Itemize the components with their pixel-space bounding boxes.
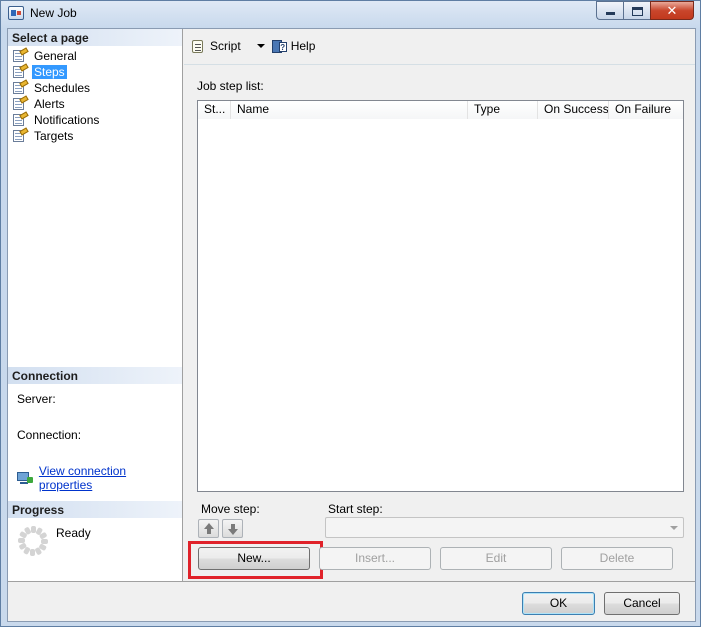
select-page-header: Select a page [8, 29, 182, 46]
view-connection-properties-link[interactable]: View connection properties [39, 464, 182, 492]
page-item-notifications[interactable]: Notifications [12, 111, 101, 128]
page-icon [12, 127, 29, 143]
page-item-general[interactable]: General [12, 47, 101, 64]
app-icon [8, 6, 24, 20]
maximize-button[interactable] [623, 1, 650, 20]
progress-status: Ready [56, 526, 91, 540]
left-pane: Select a page General Steps Schedules Al… [8, 29, 183, 581]
page-icon [12, 47, 29, 63]
connection-header: Connection [8, 367, 182, 384]
start-step-select[interactable] [325, 517, 684, 538]
page-icon [12, 63, 29, 79]
view-connection-properties[interactable]: View connection properties [17, 464, 182, 492]
page-item-label: Targets [34, 129, 74, 143]
connection-label: Connection: [17, 428, 82, 442]
column-type[interactable]: Type [468, 101, 538, 119]
title-bar[interactable]: New Job ✕ [1, 1, 700, 27]
page-item-targets[interactable]: Targets [12, 127, 101, 144]
page-list: General Steps Schedules Alerts Notificat… [12, 47, 101, 144]
script-dropdown-arrow-icon[interactable] [256, 44, 265, 48]
arrow-down-icon [228, 529, 238, 535]
page-icon [12, 79, 29, 95]
page-item-schedules[interactable]: Schedules [12, 79, 101, 96]
page-item-label: Steps [32, 65, 67, 79]
page-icon [12, 95, 29, 111]
column-on-failure[interactable]: On Failure [609, 101, 683, 119]
new-step-button[interactable]: New... [198, 547, 310, 570]
page-item-label: General [34, 49, 77, 63]
page-item-label: Schedules [34, 81, 91, 95]
help-label: Help [290, 39, 316, 53]
job-step-list-label: Job step list: [197, 79, 264, 93]
column-step[interactable]: St... [198, 101, 231, 119]
server-label: Server: [17, 392, 56, 406]
insert-step-button[interactable]: Insert... [319, 547, 431, 570]
ok-button[interactable]: OK [522, 592, 595, 615]
new-job-dialog: New Job ✕ Select a page General Steps Sc… [0, 0, 701, 627]
edit-step-button[interactable]: Edit [440, 547, 552, 570]
page-item-steps[interactable]: Steps [12, 63, 101, 80]
page-item-label: Alerts [34, 97, 65, 111]
script-button[interactable]: Script [190, 39, 241, 54]
column-on-success[interactable]: On Success [538, 101, 609, 119]
job-step-list[interactable]: St... Name Type On Success On Failure [197, 100, 684, 492]
column-name[interactable]: Name [231, 101, 468, 119]
page-icon [12, 111, 29, 127]
progress-spinner-icon [18, 526, 48, 556]
move-step-up-button[interactable] [198, 519, 219, 538]
move-step-label: Move step: [201, 502, 260, 516]
chevron-down-icon [670, 526, 678, 530]
progress-header: Progress [8, 501, 182, 518]
toolbar-divider [184, 64, 695, 65]
page-item-label: Notifications [34, 113, 100, 127]
connection-icon [17, 471, 33, 485]
window-title: New Job [30, 6, 77, 20]
start-step-label: Start step: [328, 502, 383, 516]
caption-buttons: ✕ [596, 1, 694, 20]
delete-step-button[interactable]: Delete [561, 547, 673, 570]
dialog-client-area: Select a page General Steps Schedules Al… [7, 28, 696, 622]
script-icon [190, 39, 206, 54]
minimize-icon [606, 12, 615, 15]
page-item-alerts[interactable]: Alerts [12, 95, 101, 112]
right-pane: Script ? Help Job step list: St... Name … [184, 29, 695, 581]
cancel-button[interactable]: Cancel [604, 592, 680, 615]
job-step-list-header: St... Name Type On Success On Failure [198, 101, 683, 119]
close-icon: ✕ [666, 3, 678, 18]
maximize-icon [632, 7, 643, 16]
footer-divider [8, 581, 695, 582]
minimize-button[interactable] [596, 1, 623, 20]
move-step-down-button[interactable] [222, 519, 243, 538]
help-button[interactable]: ? Help [271, 39, 316, 54]
help-icon: ? [271, 39, 287, 54]
close-button[interactable]: ✕ [650, 1, 694, 20]
toolbar: Script ? Help [190, 37, 323, 55]
script-label: Script [210, 39, 241, 53]
